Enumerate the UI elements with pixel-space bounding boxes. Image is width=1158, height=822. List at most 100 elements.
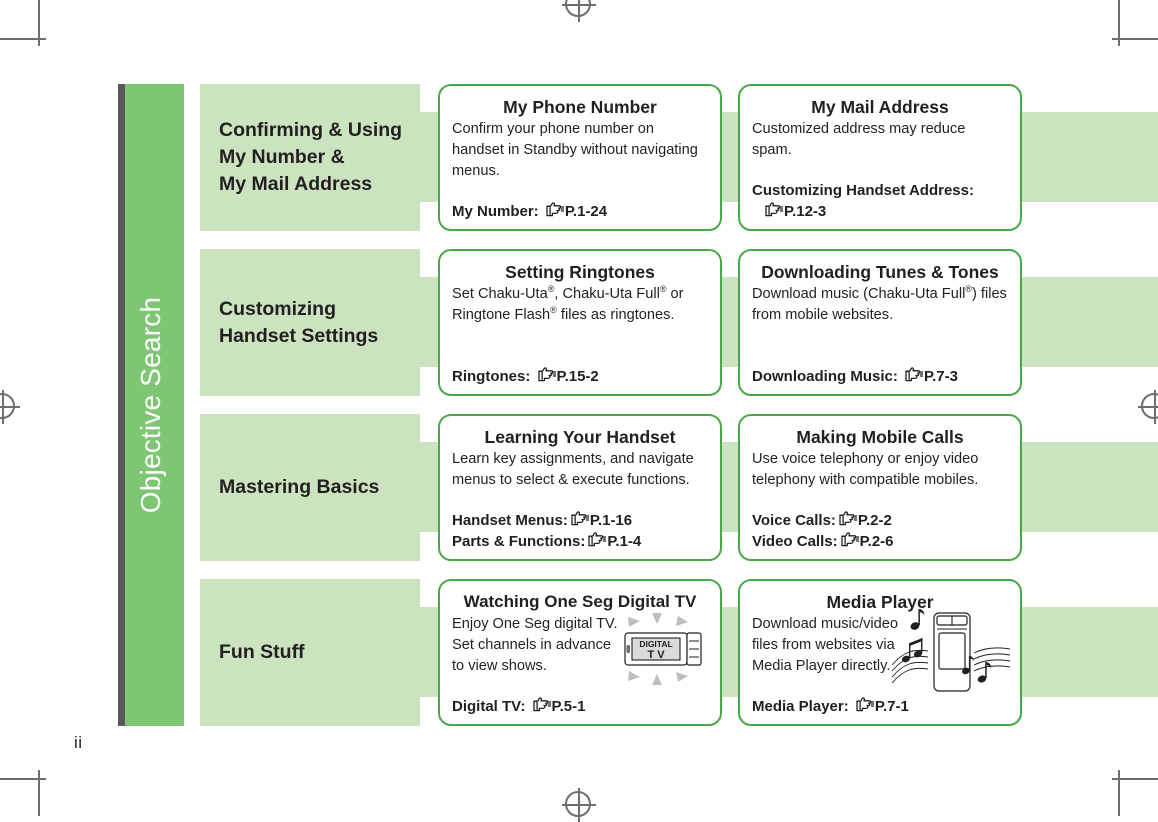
reference-page: P.15-2 (556, 368, 599, 385)
category-label-line: Customizing (219, 297, 336, 320)
reference-page: P.5-1 (551, 698, 586, 715)
registration-mark-bottom (562, 788, 596, 822)
card-body: Customized address may reduce spam. (752, 121, 966, 158)
category-label: Customizing Handset Settings (200, 296, 378, 350)
reference-page: P.1-24 (564, 203, 608, 220)
category-label-line: Fun Stuff (219, 641, 305, 663)
card-title: My Mail Address (811, 97, 949, 117)
objective-search-side-tab: Objective Search (118, 84, 184, 726)
svg-text:T V: T V (647, 649, 665, 661)
topic-card-learning-your-handset[interactable]: Learning Your Handset Learn key assignme… (438, 414, 722, 561)
category-label-line: Confirming & Using (219, 119, 403, 141)
card-body: Enjoy One Seg digital TV. Set channels i… (452, 616, 618, 674)
reference-page: P.7-1 (874, 698, 909, 715)
card-title: Setting Ringtones (505, 262, 655, 282)
reference-label: Voice Calls: (752, 512, 836, 529)
card-body: Learn key assignments, and navigate menu… (452, 451, 694, 488)
category-label-line: My Number & (219, 146, 345, 168)
pointing-hand-icon (764, 202, 783, 218)
pointing-hand-icon (545, 202, 564, 218)
card-reference-list: Ringtones: P.15-2 (452, 366, 599, 387)
reference-label: Ringtones: (452, 368, 531, 385)
card-body: Confirm your phone number on handset in … (452, 121, 698, 179)
card-body: Download music (Chaku-Uta Full®) files f… (752, 284, 1007, 323)
topic-card-my-mail-address[interactable]: My Mail Address Customized address may r… (738, 84, 1022, 231)
reference-label: Parts & Functions: (452, 533, 586, 550)
reference-label: My Number: (452, 203, 539, 220)
pointing-hand-icon (587, 532, 607, 548)
reference-page: P.7-3 (924, 368, 958, 385)
category-label: Mastering Basics (200, 474, 379, 501)
category-label-line: My Mail Address (219, 173, 373, 195)
registration-mark-right (1138, 390, 1158, 424)
card-title: Downloading Tunes & Tones (761, 262, 999, 282)
reference-page: P.12-3 (784, 203, 827, 220)
card-title: Making Mobile Calls (796, 427, 964, 447)
topic-card-downloading-tunes-tones[interactable]: Downloading Tunes & Tones Download music… (738, 249, 1022, 396)
topic-card-watching-one-seg-digital-tv[interactable]: Watching One Seg Digital TV Enjoy One Se… (438, 579, 722, 726)
pointing-hand-icon (840, 532, 859, 548)
digital-tv-handset-illustration: DIGITAL T V (612, 613, 712, 685)
category-label: Confirming & Using My Number & My Mail A… (200, 117, 402, 198)
reference-line: Video Calls: P.2-6 (752, 532, 894, 550)
side-tab-dark-edge (118, 84, 125, 726)
card-body: Use voice telephony or enjoy video telep… (752, 451, 979, 488)
reference-page: P.2-6 (859, 533, 894, 550)
reference-page: P.1-4 (607, 533, 642, 550)
card-title: Watching One Seg Digital TV (463, 592, 697, 611)
crop-mark-top-right (1098, 0, 1158, 60)
reference-line: Handset Menus: P.1-16 (452, 511, 633, 529)
reference-label: Digital TV: (452, 698, 526, 715)
reference-line-indented: P.12-3 (752, 201, 974, 222)
reference-line: Voice Calls: P.2-2 (752, 511, 892, 529)
pointing-hand-icon (855, 697, 874, 713)
category-block: Confirming & Using My Number & My Mail A… (200, 84, 420, 231)
category-label: Fun Stuff (200, 639, 305, 666)
reference-line: Parts & Functions: P.1-4 (452, 532, 642, 550)
reference-label: Downloading Music: (752, 368, 898, 385)
media-player-handset-music-illustration (890, 607, 1012, 699)
page-number: ii (74, 733, 83, 752)
card-reference-list: Handset Menus: P.1-16 Parts & Functions: P… (452, 510, 641, 552)
pointing-hand-icon (838, 511, 857, 527)
topic-card-media-player[interactable]: Media Player Download music/video files … (738, 579, 1022, 726)
crop-mark-bottom-left (0, 756, 60, 816)
row-band-tail (1035, 277, 1158, 367)
card-body: Set Chaku-Uta®, Chaku-Uta Full® or Ringt… (452, 284, 684, 323)
card-reference-list: Media Player: P.7-1 (752, 696, 909, 717)
pointing-hand-icon (570, 511, 589, 527)
topic-card-making-mobile-calls[interactable]: Making Mobile Calls Use voice telephony … (738, 414, 1022, 561)
crop-mark-bottom-right (1098, 756, 1158, 816)
reference-label: Handset Menus: (452, 512, 568, 529)
reference-page: P.1-16 (589, 512, 633, 529)
row-band-tail (1035, 112, 1158, 202)
reference-page: P.2-2 (857, 512, 892, 529)
category-label-line: Handset Settings (219, 324, 379, 347)
side-tab-label: Objective Search (135, 296, 166, 514)
category-label-line: Mastering Basics (219, 476, 380, 498)
row-band-tail (1035, 607, 1158, 697)
row-band-tail (1035, 442, 1158, 532)
card-title: My Phone Number (503, 97, 657, 117)
pointing-hand-icon (904, 367, 923, 383)
registration-mark-top (562, 0, 596, 22)
registration-mark-left (0, 390, 20, 424)
category-block: Customizing Handset Settings (200, 249, 420, 396)
svg-text:DIGITAL: DIGITAL (639, 639, 672, 649)
card-reference-list: Voice Calls: P.2-2 Video Calls: P.2-6 (752, 510, 894, 552)
card-title: Learning Your Handset (484, 427, 676, 447)
crop-mark-top-left (0, 0, 60, 60)
card-reference-list: My Number: P.1-24 (452, 201, 607, 222)
topic-card-setting-ringtones[interactable]: Setting Ringtones Set Chaku-Uta®, Chaku-… (438, 249, 722, 396)
topic-card-my-phone-number[interactable]: My Phone Number Confirm your phone numbe… (438, 84, 722, 231)
reference-label: Customizing Handset Address: (752, 182, 974, 199)
reference-label: Media Player: (752, 698, 849, 715)
category-block: Fun Stuff (200, 579, 420, 726)
reference-label: Video Calls: (752, 533, 838, 550)
card-reference-list: Downloading Music: P.7-3 (752, 366, 958, 387)
card-reference-list: Digital TV: P.5-1 (452, 696, 585, 717)
pointing-hand-icon (537, 367, 556, 383)
card-reference-list: Customizing Handset Address: P.12-3 (752, 180, 974, 222)
pointing-hand-icon (532, 697, 551, 713)
category-block: Mastering Basics (200, 414, 420, 561)
